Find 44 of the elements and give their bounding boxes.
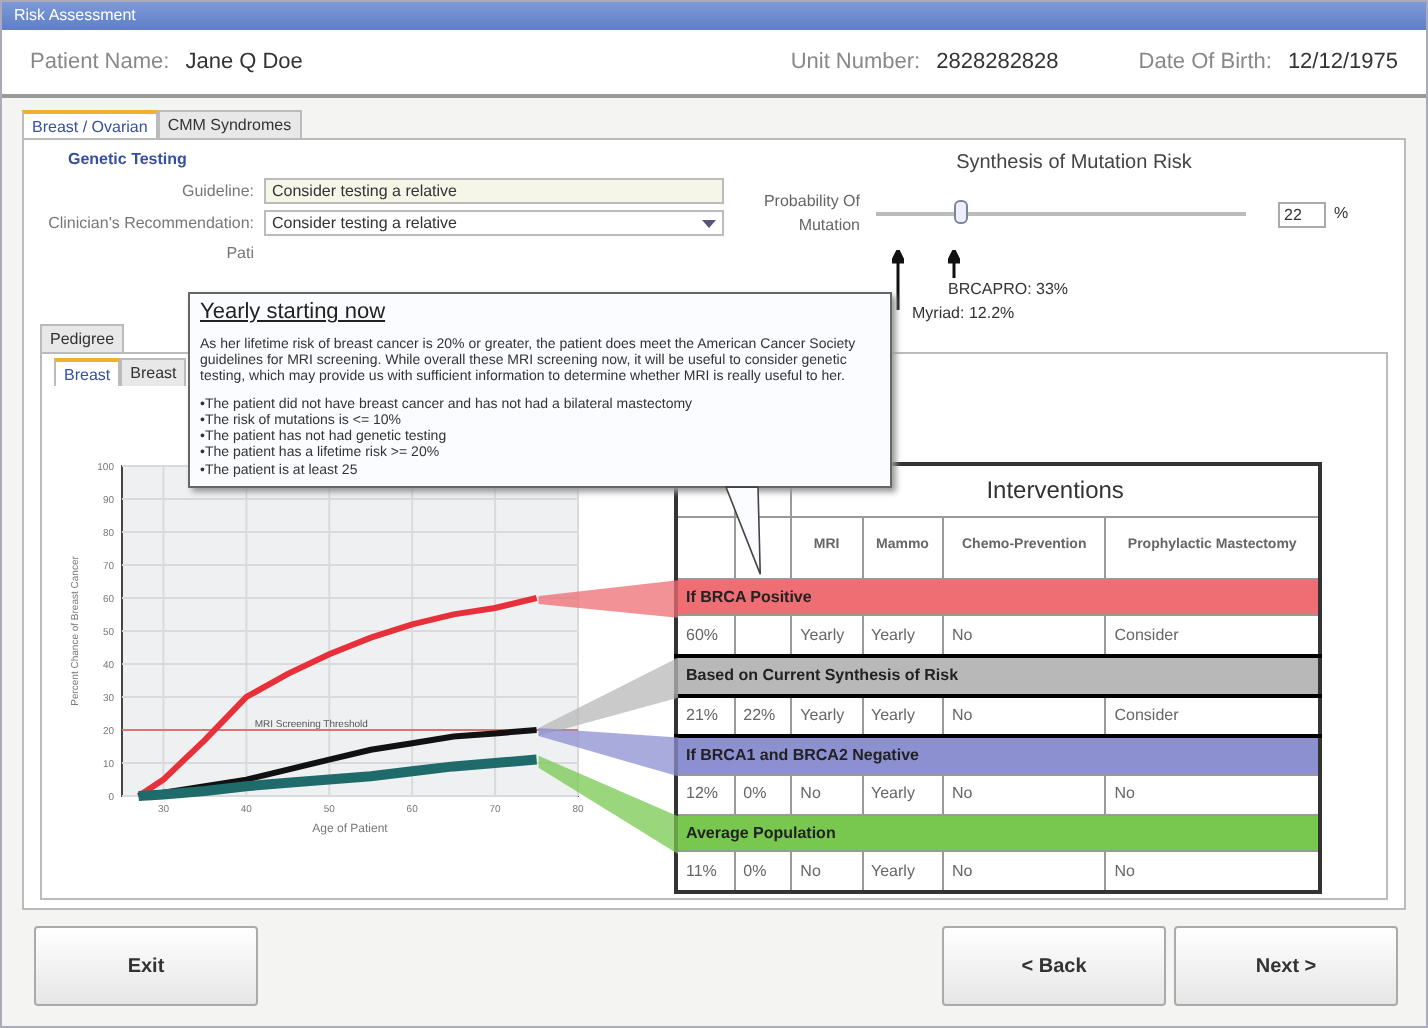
tooltip-title: Yearly starting now <box>200 300 388 327</box>
nav-button[interactable]: Next > <box>1174 926 1398 1006</box>
arrow-icon <box>892 250 904 310</box>
table-cell: 0% <box>734 774 792 815</box>
marker-label: BRCAPRO: 33% <box>948 278 1069 302</box>
tab[interactable]: Pedigree <box>40 324 125 352</box>
field-label: Guideline: <box>179 179 256 203</box>
date-of-birth: 12/12/1975 <box>1287 47 1398 78</box>
table-cell: No <box>791 851 862 892</box>
table-cell: 0% <box>734 851 792 892</box>
tab[interactable]: CMM Syndromes <box>157 110 302 138</box>
slider-label: Probability Of Mutation <box>761 190 860 238</box>
slider-thumb[interactable] <box>954 200 969 224</box>
table-cell: 11% <box>676 851 735 892</box>
patient-name: Jane Q Doe <box>185 47 303 78</box>
percent-field[interactable]: 22 <box>1278 201 1326 227</box>
table-cell: No <box>1105 774 1320 815</box>
tab[interactable]: Breast <box>54 358 121 386</box>
table-cell: 12% <box>676 774 735 815</box>
arrow-icon <box>948 250 960 278</box>
patient-name-label: Patient Name: <box>30 47 170 78</box>
table-cell: Yearly <box>862 851 943 892</box>
nav-button[interactable]: Exit <box>34 926 258 1006</box>
field-label: Pati <box>224 242 256 266</box>
date-of-birth-label: Date Of Birth: <box>1138 47 1272 78</box>
nav-button[interactable]: < Back <box>942 926 1166 1006</box>
connector-band <box>538 580 678 618</box>
unit-number: 2828282828 <box>936 47 1059 78</box>
recommendation-dropdown[interactable]: Consider testing a relative <box>264 210 724 236</box>
guideline-field: Consider testing a relative <box>264 178 724 204</box>
tab[interactable]: Breast <box>120 358 187 386</box>
unit-number-label: Unit Number: <box>790 47 921 78</box>
field-label: Clinician's Recommendation: <box>46 211 256 235</box>
table-cell: No <box>791 774 862 815</box>
window-title: Risk Assessment <box>2 2 1426 30</box>
table-cell: No <box>942 774 1106 815</box>
table-cell: No <box>942 851 1106 892</box>
tab[interactable]: Breast / Ovarian <box>22 110 158 138</box>
section-title: Genetic Testing <box>68 148 189 172</box>
percent-unit: % <box>1334 202 1349 226</box>
table-cell: Yearly <box>862 774 943 815</box>
marker-label: Myriad: 12.2% <box>912 302 1015 326</box>
section-title: Synthesis of Mutation Risk <box>954 150 1194 178</box>
caret-icon <box>702 219 716 227</box>
